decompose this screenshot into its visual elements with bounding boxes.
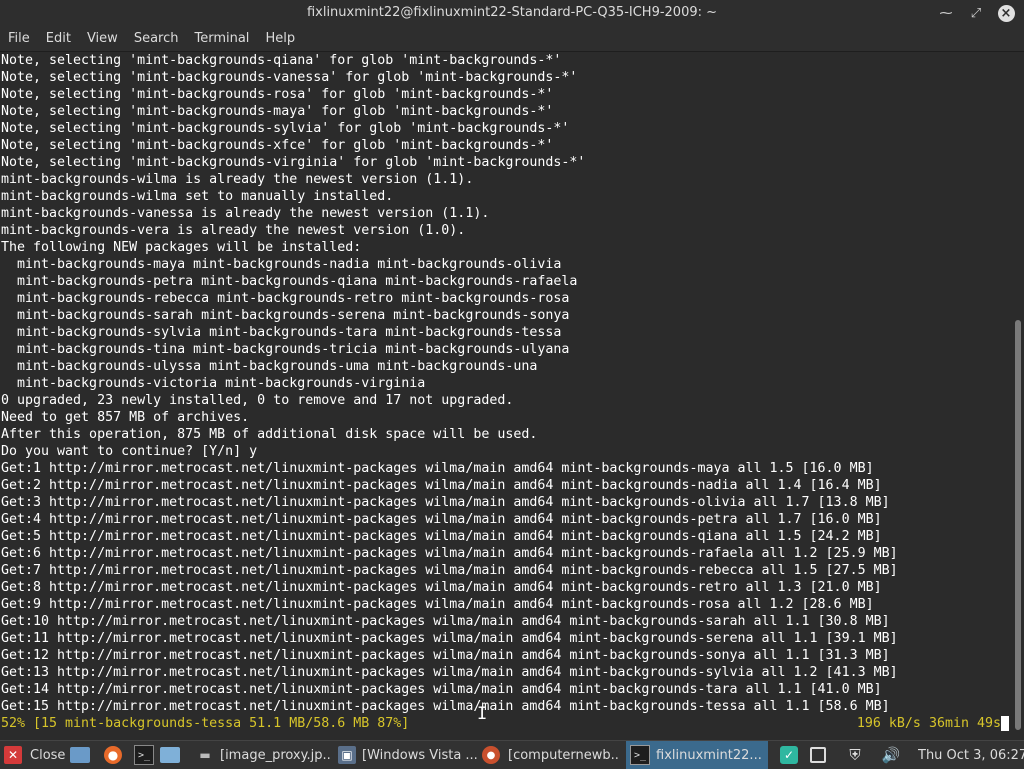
progress-status: 52% [15 mint-backgrounds-tessa 51.1 MB/5… xyxy=(1,716,410,731)
download-speed-eta: 196 kB/s 36min 49s xyxy=(856,716,1001,731)
window-title: fixlinuxmint22@fixlinuxmint22-Standard-P… xyxy=(306,5,718,20)
terminal-line: mint-backgrounds-rebecca mint-background… xyxy=(1,291,570,306)
show-desktop-launcher[interactable] xyxy=(70,741,90,769)
terminal-line: mint-backgrounds-petra mint-backgrounds-… xyxy=(1,274,578,289)
menu-bar: File Edit View Search Terminal Help xyxy=(0,26,1024,52)
minimize-button[interactable]: ⁓ xyxy=(936,3,956,23)
terminal-line: mint-backgrounds-ulyssa mint-backgrounds… xyxy=(1,359,538,374)
terminal-line: After this operation, 875 MB of addition… xyxy=(1,427,538,442)
terminal-line: Do you want to continue? [Y/n] y xyxy=(1,444,258,459)
terminal-launcher[interactable]: >_ xyxy=(134,741,154,769)
terminal-line: Note, selecting 'mint-backgrounds-qiana'… xyxy=(1,53,562,68)
terminal-line: Get:13 http://mirror.metrocast.net/linux… xyxy=(1,665,898,680)
terminal-line: Note, selecting 'mint-backgrounds-xfce' … xyxy=(1,138,554,153)
task-label: [Windows Vista ... xyxy=(362,747,478,763)
terminal-line: mint-backgrounds-sylvia mint-backgrounds… xyxy=(1,325,562,340)
terminal-line: Get:5 http://mirror.metrocast.net/linuxm… xyxy=(1,529,882,544)
terminal-line: Get:9 http://mirror.metrocast.net/linuxm… xyxy=(1,597,874,612)
menu-search[interactable]: Search xyxy=(126,26,187,51)
menu-edit[interactable]: Edit xyxy=(38,26,79,51)
terminal-line: Get:14 http://mirror.metrocast.net/linux… xyxy=(1,682,882,697)
terminal-line: mint-backgrounds-wilma is already the ne… xyxy=(1,172,474,187)
tray-workspace[interactable] xyxy=(810,741,826,769)
mouse-ibeam-icon: I xyxy=(477,704,488,724)
maximize-button[interactable]: ⤢ xyxy=(966,3,986,23)
terminal-line: Get:7 http://mirror.metrocast.net/linuxm… xyxy=(1,563,898,578)
terminal-output[interactable]: Note, selecting 'mint-backgrounds-qiana'… xyxy=(0,52,1012,740)
task-label: [image_proxy.jp... xyxy=(220,747,332,763)
terminal-line: Get:2 http://mirror.metrocast.net/linuxm… xyxy=(1,478,882,493)
firefox-launcher[interactable]: ● xyxy=(104,741,122,769)
tray-security[interactable]: ⛨ xyxy=(846,741,864,769)
vm-icon: ▣ xyxy=(338,746,356,764)
workspace-icon xyxy=(810,747,826,763)
terminal-launcher-icon: >_ xyxy=(134,745,154,765)
download-progress-line: 52% [15 mint-backgrounds-tessa 51.1 MB/5… xyxy=(1,715,1011,732)
task-label: [computernewb... xyxy=(508,747,620,763)
terminal-line: Get:15 http://mirror.metrocast.net/linux… xyxy=(1,699,890,714)
tray-volume[interactable]: 🔊 xyxy=(881,741,901,769)
terminal-line: mint-backgrounds-tina mint-backgrounds-t… xyxy=(1,342,570,357)
terminal-line: Need to get 857 MB of archives. xyxy=(1,410,250,425)
update-manager-icon: ✓ xyxy=(780,746,798,764)
image-viewer-icon: ▬ xyxy=(199,748,211,762)
terminal-line: Get:6 http://mirror.metrocast.net/linuxm… xyxy=(1,546,898,561)
terminal-line: Get:12 http://mirror.metrocast.net/linux… xyxy=(1,648,890,663)
terminal-line: Note, selecting 'mint-backgrounds-vaness… xyxy=(1,70,578,85)
close-icon: × xyxy=(997,4,1015,22)
browser-icon: ● xyxy=(482,746,500,764)
close-window-icon: ✕ xyxy=(4,746,22,764)
terminal-line: The following NEW packages will be insta… xyxy=(1,240,362,255)
terminal-line: Get:3 http://mirror.metrocast.net/linuxm… xyxy=(1,495,890,510)
terminal-line: mint-backgrounds-maya mint-backgrounds-n… xyxy=(1,257,562,272)
folder-icon xyxy=(160,747,180,763)
terminal-line: mint-backgrounds-victoria mint-backgroun… xyxy=(1,376,426,391)
terminal-line: mint-backgrounds-sarah mint-backgrounds-… xyxy=(1,308,570,323)
close-button[interactable]: × xyxy=(996,3,1016,23)
task-label: fixlinuxmint22... xyxy=(656,747,762,763)
menu-terminal[interactable]: Terminal xyxy=(186,26,257,51)
clock[interactable]: Thu Oct 3, 06:27 xyxy=(918,741,1024,769)
minimize-icon: ⁓ xyxy=(939,5,953,21)
scrollbar-thumb[interactable] xyxy=(1015,320,1021,730)
terminal-line: mint-backgrounds-vera is already the new… xyxy=(1,223,466,238)
task-browser[interactable]: ● [computernewb... xyxy=(482,741,622,769)
terminal-line: Get:11 http://mirror.metrocast.net/linux… xyxy=(1,631,898,646)
terminal-line: Get:8 http://mirror.metrocast.net/linuxm… xyxy=(1,580,882,595)
firefox-icon: ● xyxy=(104,746,122,764)
terminal-line: Get:4 http://mirror.metrocast.net/linuxm… xyxy=(1,512,882,527)
task-vm[interactable]: ▣ [Windows Vista ... xyxy=(338,741,480,769)
terminal-icon: >_ xyxy=(630,745,650,765)
tray-update-manager[interactable]: ✓ xyxy=(780,741,798,769)
terminal-line: Note, selecting 'mint-backgrounds-sylvia… xyxy=(1,121,570,136)
menu-view[interactable]: View xyxy=(79,26,126,51)
close-window-applet[interactable]: ✕ Close xyxy=(4,741,65,769)
terminal-line: mint-backgrounds-vanessa is already the … xyxy=(1,206,490,221)
files-launcher[interactable] xyxy=(160,741,180,769)
terminal-line: mint-backgrounds-wilma set to manually i… xyxy=(1,189,394,204)
desktop-icon xyxy=(70,747,90,763)
menu-help[interactable]: Help xyxy=(257,26,303,51)
taskbar-panel: ✕ Close ● >_ ▬ [image_proxy.jp... ▣ [Win… xyxy=(0,740,1024,769)
terminal-line: Note, selecting 'mint-backgrounds-rosa' … xyxy=(1,87,554,102)
task-terminal-active[interactable]: >_ fixlinuxmint22... xyxy=(626,741,768,769)
terminal-line: Get:1 http://mirror.metrocast.net/linuxm… xyxy=(1,461,874,476)
terminal-line: Get:10 http://mirror.metrocast.net/linux… xyxy=(1,614,890,629)
clock-text: Thu Oct 3, 06:27 xyxy=(918,747,1024,763)
terminal-scrollbar[interactable] xyxy=(1012,52,1024,740)
task-image-viewer[interactable]: ▬ [image_proxy.jp... xyxy=(196,741,336,769)
maximize-icon: ⤢ xyxy=(970,5,982,21)
window-titlebar[interactable]: fixlinuxmint22@fixlinuxmint22-Standard-P… xyxy=(0,0,1024,26)
close-window-label: Close xyxy=(30,747,66,763)
volume-icon: 🔊 xyxy=(881,746,901,764)
terminal-line: Note, selecting 'mint-backgrounds-maya' … xyxy=(1,104,554,119)
terminal-line: 0 upgraded, 23 newly installed, 0 to rem… xyxy=(1,393,514,408)
terminal-line: Note, selecting 'mint-backgrounds-virgin… xyxy=(1,155,586,170)
terminal-lines: Note, selecting 'mint-backgrounds-qiana'… xyxy=(1,52,898,715)
menu-file[interactable]: File xyxy=(0,26,38,51)
shield-icon: ⛨ xyxy=(849,746,861,764)
terminal-cursor xyxy=(1001,716,1009,731)
